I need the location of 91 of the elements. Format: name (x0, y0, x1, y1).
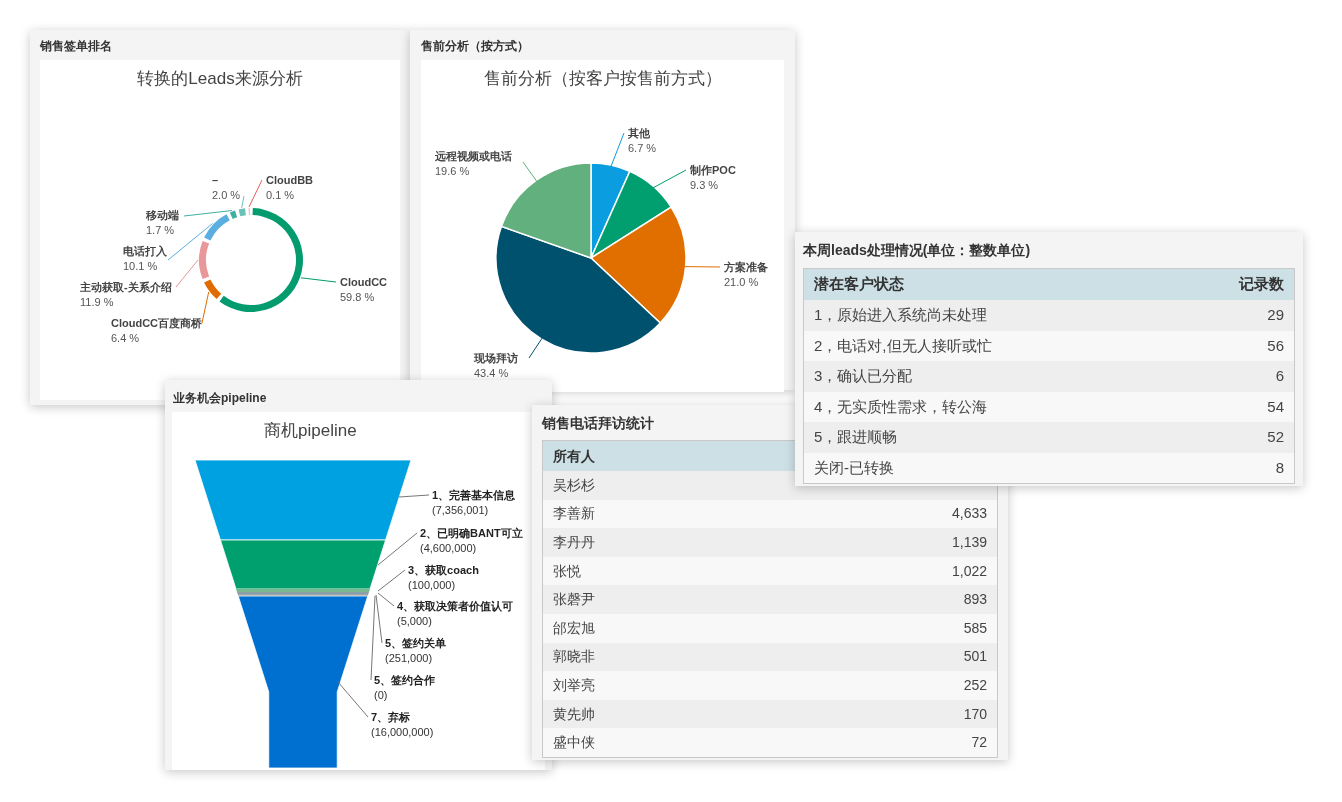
slice-percentage: 19.6 % (435, 164, 470, 177)
table-cell-text: 170 (963, 704, 987, 724)
slice-label: 其他 (628, 126, 650, 139)
table-header-cell-text: 潜在客户状态 (814, 274, 904, 295)
table-cell-text: 72 (971, 733, 987, 753)
table-cell-text: 吴杉杉 (553, 475, 595, 495)
widget-title: 销售电话拜访统计 (540, 414, 655, 433)
table-cell-text: 3，确认已分配 (814, 366, 913, 386)
slice-label: 现场拜访 (474, 351, 518, 364)
leader-line (398, 494, 430, 498)
table-cell-text: 张磬尹 (553, 590, 595, 610)
table-header-cell-text: 所有人 (553, 446, 595, 466)
widget-title: 售前分析（按方式） (420, 38, 530, 55)
stage-value: (16,000,000) (371, 726, 434, 738)
widget-title: 业务机会pipeline (172, 390, 268, 407)
table-cell-text: 郭晓非 (553, 647, 595, 667)
slice-label: 方案准备 (724, 260, 768, 273)
slice-percentage: 21.0 % (724, 275, 759, 288)
table-cell-text: 刘举亮 (553, 675, 595, 695)
segment-label: – (212, 173, 219, 186)
segment-percentage: 1.7 % (146, 223, 175, 236)
leader-line (609, 132, 625, 169)
table-cell-text: 29 (1267, 305, 1284, 325)
table-cell-text: 893 (963, 590, 987, 610)
stage-label: 5、签约合作 (374, 674, 436, 686)
table-cell-text: 邰宏旭 (553, 618, 595, 638)
segment-label: 电话打入 (123, 244, 167, 257)
chart-title: 转换的Leads来源分析 (136, 68, 304, 90)
table-cell-text: 52 (1267, 427, 1284, 447)
stage-value: (7,356,001) (432, 504, 489, 516)
table-cell-text: 关闭-已转换 (814, 457, 894, 478)
leader-line (300, 276, 337, 282)
table-cell-text: 8 (1275, 457, 1284, 478)
leader-line (241, 195, 245, 208)
table-header-cell-text: 记录数 (1239, 274, 1284, 295)
table-cell-text: 1，原始进入系统尚未处理 (814, 305, 988, 325)
table-cell-text: 4，无实质性需求，转公海 (814, 396, 988, 417)
table-cell-text: 5，跟进顺畅 (814, 427, 898, 447)
leader-line (248, 179, 263, 208)
table-cell-text: 黄先帅 (553, 704, 595, 724)
table-cell-text: 6 (1275, 366, 1284, 386)
slice-percentage: 43.4 % (474, 366, 509, 379)
segment-percentage: 0.1 % (266, 188, 295, 201)
stage-label: 5、签约关单 (385, 637, 447, 649)
leader-line (522, 161, 539, 184)
stage-value: (5,000) (397, 615, 432, 627)
segment-percentage: 10.1 % (123, 259, 158, 272)
leader-line (183, 209, 233, 216)
stage-value: (100,000) (408, 579, 456, 591)
table-cell-text: 李善新 (553, 504, 595, 524)
table-cell-text: 4,633 (951, 504, 987, 524)
stage-label: 4、获取决策者价值认可 (397, 600, 514, 612)
segment-label: CloudCC百度商桥 (111, 316, 203, 329)
segment-label: 移动端 (146, 208, 179, 221)
segment-label: CloudBB (266, 173, 314, 186)
stage-value: (251,000) (385, 652, 433, 664)
segment-percentage: 59.8 % (340, 290, 375, 303)
stage-label: 2、已明确BANT可立 (420, 527, 523, 539)
stage-label: 3、获取coach (408, 564, 479, 576)
stage-label: 7、弃标 (371, 711, 411, 723)
stage-value: (0) (374, 689, 388, 701)
chart-title: 商机pipeline (263, 420, 358, 442)
table-cell-text: 2，电话对,但无人接听或忙 (814, 335, 992, 356)
table-cell-text: 张悦 (553, 561, 581, 581)
slice-label: 制作POC (690, 163, 736, 176)
table-cell-text: 501 (963, 647, 987, 667)
table-cell-text: 盛中侠 (553, 733, 595, 753)
table-cell-text: 1,139 (951, 533, 987, 552)
table-cell-text: 56 (1267, 335, 1284, 356)
segment-percentage: 11.9 % (80, 295, 114, 308)
widget-title: 销售签单排名 (39, 38, 113, 55)
segment-label: CloudCC (340, 275, 388, 288)
leader-line (681, 265, 721, 267)
table-cell-text: 585 (963, 618, 987, 638)
segment-label: 主动获取-关系介绍 (80, 280, 172, 293)
leader-line (650, 169, 687, 190)
slice-percentage: 6.7 % (628, 141, 657, 154)
table-cell-text: 李丹丹 (553, 533, 595, 552)
chart-title: 售前分析（按客户按售前方式） (482, 68, 723, 90)
table-cell-text: 1,022 (951, 561, 987, 581)
segment-percentage: 2.0 % (212, 188, 241, 201)
stage-label: 1、完善基本信息 (432, 489, 516, 501)
slice-percentage: 9.3 % (690, 178, 719, 191)
leader-line (201, 290, 210, 323)
table-cell-text: 252 (963, 675, 987, 695)
segment-percentage: 6.4 % (111, 331, 140, 344)
widget-title: 本周leads处理情况(单位：整数单位) (802, 241, 1032, 260)
leader-line (377, 532, 418, 566)
slice-label: 远程视频或电话 (435, 149, 512, 162)
stage-value: (4,600,000) (420, 542, 477, 554)
table-cell-text: 54 (1267, 396, 1284, 417)
